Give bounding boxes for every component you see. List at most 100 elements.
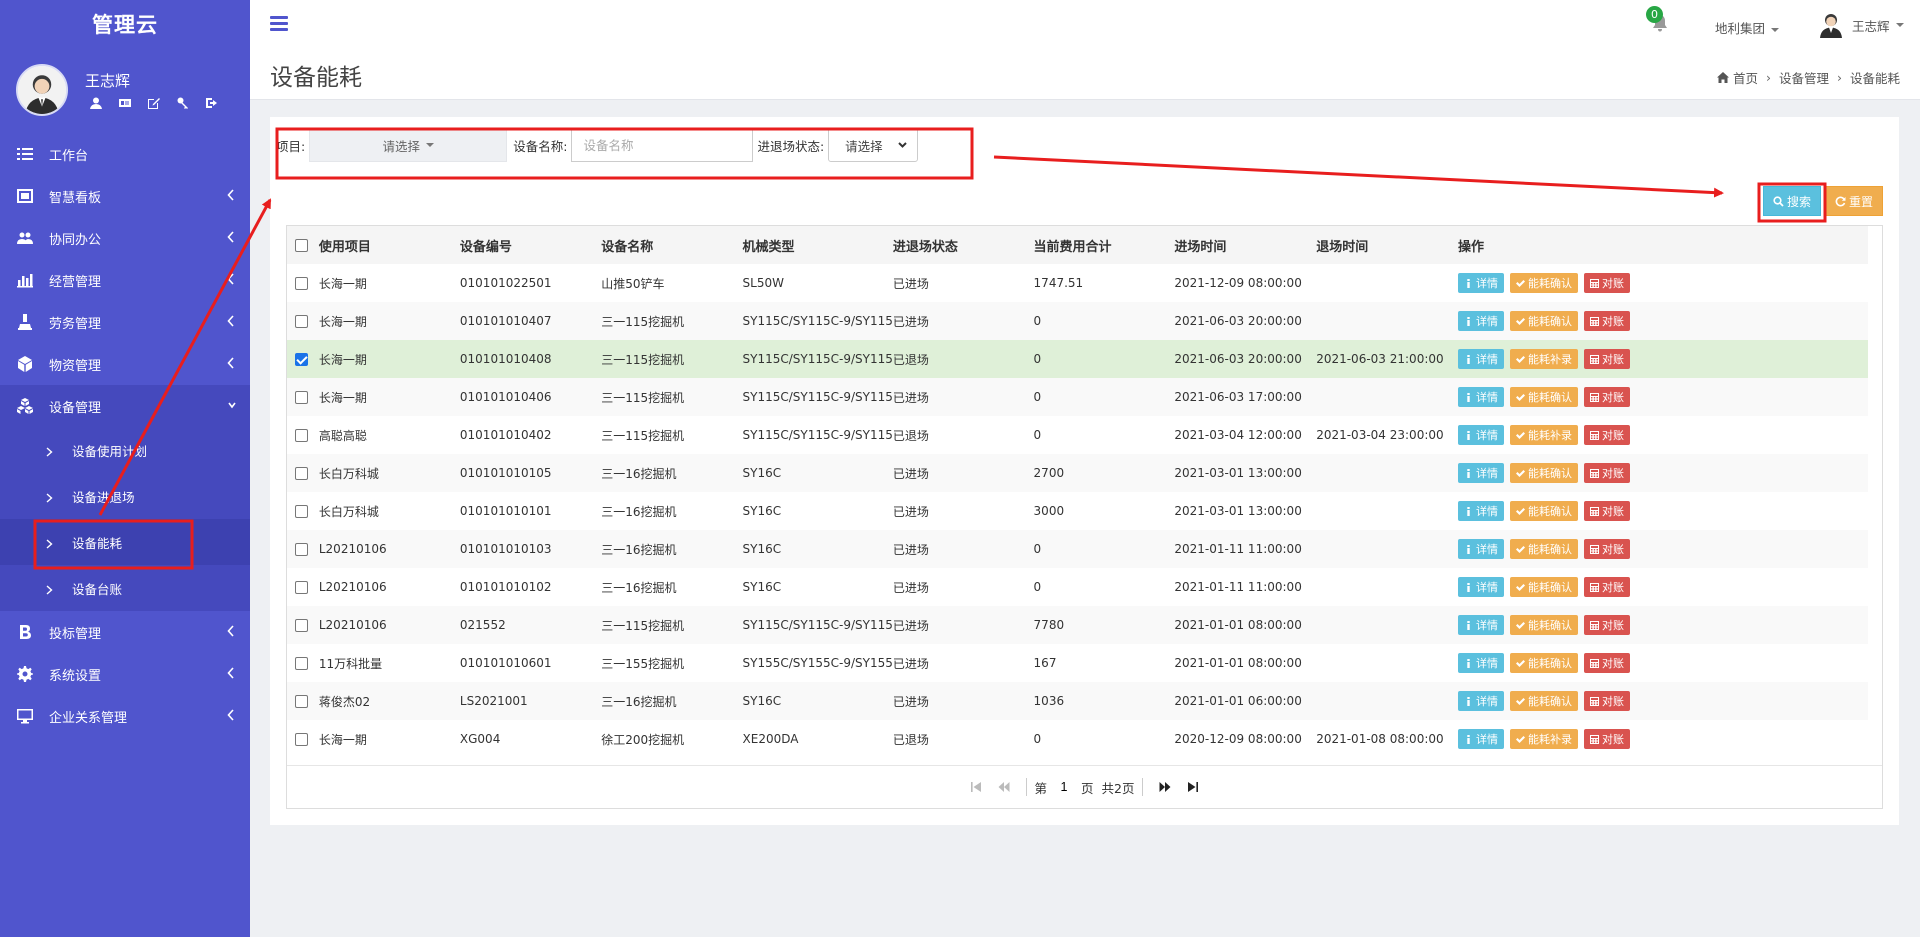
table-row[interactable]: 高聪高聪 010101010402 三一115挖掘机 SY115C/SY115C-9/… <box>287 416 1868 454</box>
prev-page-icon[interactable] <box>996 779 1012 795</box>
row-checkbox[interactable] <box>295 315 308 328</box>
table-row[interactable]: 长白万科城 010101010105 三一16挖掘机 SY16C 已进场 2700 2021… <box>287 454 1868 492</box>
row-checkbox[interactable] <box>295 467 308 480</box>
row-checkbox[interactable] <box>295 733 308 746</box>
detail-button[interactable]: 详情 <box>1458 349 1504 369</box>
edit-icon[interactable] <box>146 96 162 110</box>
profile-icon[interactable] <box>88 96 104 110</box>
reset-button[interactable]: 重置 <box>1825 186 1883 216</box>
menu-toggle-icon[interactable] <box>270 16 288 32</box>
energy-confirm-button[interactable]: 能耗确认 <box>1510 539 1578 559</box>
reconcile-button[interactable]: 对账 <box>1584 349 1630 369</box>
row-checkbox[interactable] <box>295 391 308 404</box>
row-checkbox[interactable] <box>295 543 308 556</box>
sidebar-item-operations[interactable]: 经营管理 <box>0 259 250 301</box>
search-button[interactable]: 搜索 <box>1763 186 1821 216</box>
reconcile-button[interactable]: 对账 <box>1584 729 1630 749</box>
sidebar-item-collaboration[interactable]: 协同办公 <box>0 217 250 259</box>
notification-bell[interactable]: 0 <box>1646 6 1672 34</box>
user-menu[interactable]: 王志辉 <box>1818 12 1904 38</box>
energy-supplement-button[interactable]: 能耗补录 <box>1510 425 1578 445</box>
logout-icon[interactable] <box>204 96 220 110</box>
detail-button[interactable]: 详情 <box>1458 615 1504 635</box>
energy-supplement-button[interactable]: 能耗补录 <box>1510 349 1578 369</box>
equipment-name-input[interactable] <box>571 128 754 162</box>
sidebar-item-workbench[interactable]: 工作台 <box>0 133 250 175</box>
key-icon[interactable] <box>175 96 191 110</box>
energy-confirm-button[interactable]: 能耗确认 <box>1510 615 1578 635</box>
first-page-icon[interactable] <box>968 779 984 795</box>
detail-button[interactable]: 详情 <box>1458 387 1504 407</box>
energy-confirm-button[interactable]: 能耗确认 <box>1510 691 1578 711</box>
breadcrumb-home[interactable]: 首页 <box>1733 68 1758 87</box>
energy-confirm-button[interactable]: 能耗确认 <box>1510 311 1578 331</box>
breadcrumb-equipment[interactable]: 设备管理 <box>1779 68 1829 87</box>
detail-button[interactable]: 详情 <box>1458 425 1504 445</box>
reconcile-button[interactable]: 对账 <box>1584 273 1630 293</box>
reconcile-button[interactable]: 对账 <box>1584 539 1630 559</box>
detail-button[interactable]: 详情 <box>1458 653 1504 673</box>
energy-confirm-button[interactable]: 能耗确认 <box>1510 501 1578 521</box>
org-dropdown[interactable]: 地利集团 <box>1715 18 1780 37</box>
reconcile-button[interactable]: 对账 <box>1584 653 1630 673</box>
id-card-icon[interactable] <box>117 96 133 110</box>
reconcile-button[interactable]: 对账 <box>1584 501 1630 521</box>
reconcile-button[interactable]: 对账 <box>1584 425 1630 445</box>
energy-confirm-button[interactable]: 能耗确认 <box>1510 653 1578 673</box>
energy-confirm-button[interactable]: 能耗确认 <box>1510 463 1578 483</box>
table-row[interactable]: 长海一期 010101010407 三一115挖掘机 SY115C/SY115C-9/… <box>287 302 1868 340</box>
sidebar-item-system-settings[interactable]: 系统设置 <box>0 653 250 695</box>
reconcile-button[interactable]: 对账 <box>1584 311 1630 331</box>
row-checkbox[interactable] <box>295 353 308 366</box>
sidebar-subitem-energy[interactable]: 设备能耗 <box>0 519 250 565</box>
sidebar-item-bidding[interactable]: 投标管理 <box>0 611 250 653</box>
row-checkbox[interactable] <box>295 277 308 290</box>
sidebar-subitem-entry-exit[interactable]: 设备进退场 <box>0 473 250 519</box>
reconcile-button[interactable]: 对账 <box>1584 615 1630 635</box>
table-row[interactable]: 11万科批量 010101010601 三一155挖掘机 SY155C/SY155C-… <box>287 644 1868 682</box>
page-number-input[interactable] <box>1047 780 1082 794</box>
reconcile-button[interactable]: 对账 <box>1584 691 1630 711</box>
select-all-checkbox[interactable] <box>295 238 308 252</box>
table-row[interactable]: L20210106 010101010103 三一16挖掘机 SY16C 已进场 0 202… <box>287 530 1868 568</box>
table-row[interactable]: L20210106 010101010102 三一16挖掘机 SY16C 已进场 0 202… <box>287 568 1868 606</box>
table-row[interactable]: L20210106 021552 三一115挖掘机 SY115C/SY115C-9/S… <box>287 606 1868 644</box>
energy-supplement-button[interactable]: 能耗补录 <box>1510 729 1578 749</box>
sidebar-item-equipment[interactable]: 设备管理 <box>0 385 250 427</box>
detail-button[interactable]: 详情 <box>1458 577 1504 597</box>
energy-confirm-button[interactable]: 能耗确认 <box>1510 577 1578 597</box>
table-row[interactable]: 蒋俊杰02 LS2021001 三一16挖掘机 SY16C 已进场 1036 2021-01… <box>287 682 1868 720</box>
reconcile-button[interactable]: 对账 <box>1584 387 1630 407</box>
table-row[interactable]: 长海一期 010101022501 山推50铲车 SL50W 已进场 1747.51 202… <box>287 264 1868 302</box>
table-row[interactable]: 长海一期 010101010406 三一115挖掘机 SY115C/SY115C-9/… <box>287 378 1868 416</box>
detail-button[interactable]: 详情 <box>1458 539 1504 559</box>
energy-confirm-button[interactable]: 能耗确认 <box>1510 273 1578 293</box>
detail-button[interactable]: 详情 <box>1458 311 1504 331</box>
row-checkbox[interactable] <box>295 657 308 670</box>
detail-button[interactable]: 详情 <box>1458 729 1504 749</box>
row-checkbox[interactable] <box>295 505 308 518</box>
sidebar-item-materials[interactable]: 物资管理 <box>0 343 250 385</box>
row-checkbox[interactable] <box>295 619 308 632</box>
energy-confirm-button[interactable]: 能耗确认 <box>1510 387 1578 407</box>
project-select[interactable]: 请选择 <box>309 128 508 162</box>
sidebar-subitem-ledger[interactable]: 设备台账 <box>0 565 250 611</box>
table-row[interactable]: 长海一期 XG004 徐工200挖掘机 XE200DA 已退场 0 2020-12-09 0… <box>287 720 1868 758</box>
status-select[interactable]: 请选择 <box>828 128 919 162</box>
sidebar-item-enterprise-relations[interactable]: 企业关系管理 <box>0 695 250 737</box>
last-page-icon[interactable] <box>1185 779 1201 795</box>
row-checkbox[interactable] <box>295 429 308 442</box>
sidebar-subitem-usage-plan[interactable]: 设备使用计划 <box>0 427 250 473</box>
reconcile-button[interactable]: 对账 <box>1584 463 1630 483</box>
reconcile-button[interactable]: 对账 <box>1584 577 1630 597</box>
detail-button[interactable]: 详情 <box>1458 463 1504 483</box>
detail-button[interactable]: 详情 <box>1458 501 1504 521</box>
table-row[interactable]: 长白万科城 010101010101 三一16挖掘机 SY16C 已进场 3000 2021… <box>287 492 1868 530</box>
detail-button[interactable]: 详情 <box>1458 691 1504 711</box>
row-checkbox[interactable] <box>295 581 308 594</box>
row-checkbox[interactable] <box>295 695 308 708</box>
sidebar-item-smart-board[interactable]: 智慧看板 <box>0 175 250 217</box>
detail-button[interactable]: 详情 <box>1458 273 1504 293</box>
table-row[interactable]: 长海一期 010101010408 三一115挖掘机 SY115C/SY115C-9/… <box>287 340 1868 378</box>
sidebar-item-labor[interactable]: 劳务管理 <box>0 301 250 343</box>
